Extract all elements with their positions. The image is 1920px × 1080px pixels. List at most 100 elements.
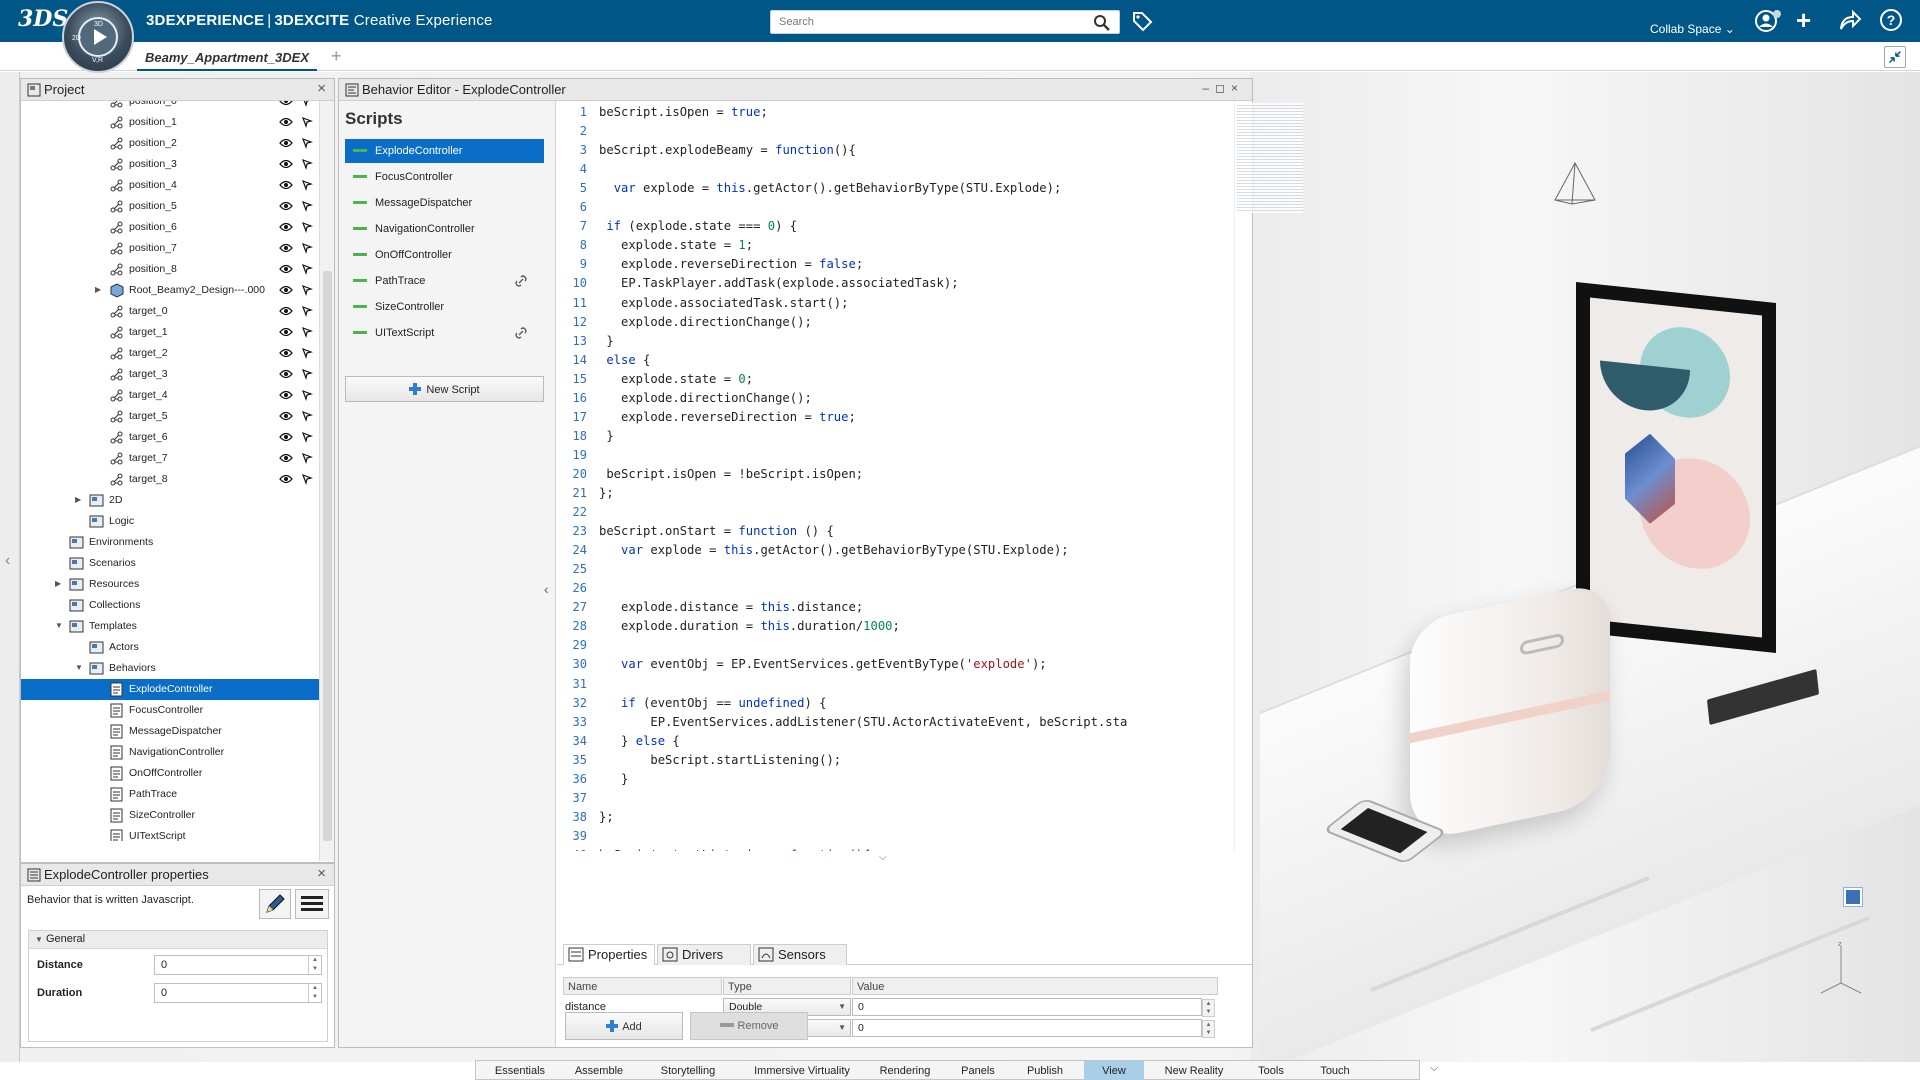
visibility-eye-icon[interactable] xyxy=(279,452,293,467)
code-line[interactable]: beScript.isOpen = true; xyxy=(599,105,768,119)
code-minimap[interactable] xyxy=(1235,101,1305,251)
close-project-panel-button[interactable]: × xyxy=(317,80,326,97)
code-line[interactable]: beScript.startListening(); xyxy=(599,753,841,767)
visibility-eye-icon[interactable] xyxy=(279,200,293,215)
tree-item-target-3[interactable]: target_3 xyxy=(21,364,319,385)
selectable-arrow-icon[interactable] xyxy=(301,200,314,215)
code-line[interactable]: else { xyxy=(599,353,650,367)
link-icon[interactable] xyxy=(514,274,528,291)
row-distance-value-field[interactable]: 0 ▲ ▼ xyxy=(852,998,1215,1017)
scrollbar-thumb[interactable] xyxy=(323,271,332,841)
visibility-eye-icon[interactable] xyxy=(279,326,293,341)
script-item-onoffcontroller[interactable]: OnOffController xyxy=(345,243,544,267)
selectable-arrow-icon[interactable] xyxy=(301,452,314,467)
code-line[interactable]: explode.duration = this.duration/1000; xyxy=(599,619,900,633)
code-line[interactable]: var eventObj = EP.EventServices.getEvent… xyxy=(599,657,1047,671)
code-line[interactable]: var explode = this.getActor().getBehavio… xyxy=(599,543,1069,557)
tree-item-target-8[interactable]: target_8 xyxy=(21,469,319,490)
expand-toggle-icon[interactable]: ▼ xyxy=(75,663,83,672)
duration-stepper[interactable]: ▲ ▼ xyxy=(308,984,321,1002)
visibility-eye-icon[interactable] xyxy=(279,431,293,446)
action-tab-storytelling[interactable]: Storytelling xyxy=(640,1061,736,1080)
selectable-arrow-icon[interactable] xyxy=(301,116,314,131)
code-line[interactable]: } xyxy=(599,772,628,786)
code-line[interactable]: explode.state = 0; xyxy=(599,372,753,386)
axis-triad-icon[interactable]: z xyxy=(1816,938,1866,1008)
selectable-arrow-icon[interactable] xyxy=(301,389,314,404)
selectable-arrow-icon[interactable] xyxy=(301,221,314,236)
visibility-eye-icon[interactable] xyxy=(279,368,293,383)
collab-space-dropdown[interactable]: Collab Space ⌄ xyxy=(1650,22,1735,36)
tree-item-target-0[interactable]: target_0 xyxy=(21,301,319,322)
view-cube-icon[interactable] xyxy=(1843,887,1863,907)
code-line[interactable]: } xyxy=(599,334,613,348)
row-duration-value-field[interactable]: 0 ▲ ▼ xyxy=(852,1019,1215,1038)
visibility-eye-icon[interactable] xyxy=(279,347,293,362)
tag-icon[interactable] xyxy=(1131,10,1153,32)
tree-item-target-1[interactable]: target_1 xyxy=(21,322,319,343)
selectable-arrow-icon[interactable] xyxy=(301,410,314,425)
tree-item-position-2[interactable]: position_2 xyxy=(21,133,319,154)
chevron-down-icon[interactable]: ⌵ xyxy=(1430,1062,1438,1075)
tree-item-pathtrace[interactable]: PathTrace xyxy=(21,784,319,805)
action-tab-essentials[interactable]: Essentials xyxy=(482,1061,558,1080)
action-tab-rendering[interactable]: Rendering xyxy=(868,1061,942,1080)
code-line[interactable]: beScript.startListening = function(){ xyxy=(599,848,871,851)
tree-item-position-3[interactable]: position_3 xyxy=(21,154,319,175)
script-item-sizecontroller[interactable]: SizeController xyxy=(345,295,544,319)
tree-item-logic[interactable]: Logic xyxy=(21,511,319,532)
search-icon[interactable] xyxy=(1093,14,1111,32)
tree-item-position-1[interactable]: position_1 xyxy=(21,112,319,133)
add-property-button[interactable]: Add xyxy=(565,1012,683,1040)
tree-item-position-4[interactable]: position_4 xyxy=(21,175,319,196)
selectable-arrow-icon[interactable] xyxy=(301,263,314,278)
code-line[interactable]: beScript.onStart = function () { xyxy=(599,524,834,538)
code-line[interactable]: if (explode.state === 0) { xyxy=(599,219,797,233)
code-line[interactable]: explode.state = 1; xyxy=(599,238,753,252)
action-tab-view[interactable]: View xyxy=(1084,1061,1144,1080)
code-line[interactable]: explode.associatedTask.start(); xyxy=(599,296,848,310)
window-controls[interactable]: –◻× xyxy=(1202,81,1244,95)
code-line[interactable]: if (eventObj == undefined) { xyxy=(599,696,826,710)
general-group-header[interactable]: ▼ General xyxy=(29,931,327,949)
tree-item-sizecontroller[interactable]: SizeController xyxy=(21,805,319,826)
visibility-eye-icon[interactable] xyxy=(279,179,293,194)
tree-item-position-8[interactable]: position_8 xyxy=(21,259,319,280)
selectable-arrow-icon[interactable] xyxy=(301,242,314,257)
visibility-eye-icon[interactable] xyxy=(279,158,293,173)
visibility-eye-icon[interactable] xyxy=(279,410,293,425)
column-header-value[interactable]: Value xyxy=(852,977,1218,995)
action-tab-assemble[interactable]: Assemble xyxy=(566,1061,632,1080)
tree-item-resources[interactable]: ▶ Resources xyxy=(21,574,319,595)
tree-item-templates[interactable]: ▼ Templates xyxy=(21,616,319,637)
selectable-arrow-icon[interactable] xyxy=(301,368,314,383)
dassault-logo-icon[interactable]: 3DS xyxy=(18,6,68,32)
tree-item-uitextscript[interactable]: UITextScript xyxy=(21,826,319,841)
code-line[interactable]: explode.reverseDirection = true; xyxy=(599,410,856,424)
action-tab-new-reality[interactable]: New Reality xyxy=(1152,1061,1236,1080)
share-icon[interactable] xyxy=(1838,9,1862,31)
chevron-down-icon[interactable]: ⌵ xyxy=(879,852,887,863)
code-line[interactable]: explode.directionChange(); xyxy=(599,315,812,329)
selectable-arrow-icon[interactable] xyxy=(301,473,314,488)
selectable-arrow-icon[interactable] xyxy=(301,305,314,320)
column-header-type[interactable]: Type xyxy=(723,977,851,995)
visibility-eye-icon[interactable] xyxy=(279,473,293,488)
row-distance-stepper[interactable]: ▲ ▼ xyxy=(1202,999,1215,1017)
tree-item-target-2[interactable]: target_2 xyxy=(21,343,319,364)
visibility-eye-icon[interactable] xyxy=(279,284,293,299)
tab-sensors[interactable]: Sensors xyxy=(753,944,847,965)
distance-field[interactable]: 0 ▲ ▼ xyxy=(154,955,322,975)
expand-toggle-icon[interactable]: ▶ xyxy=(75,495,81,504)
visibility-eye-icon[interactable] xyxy=(279,137,293,152)
collapse-view-icon[interactable] xyxy=(1884,46,1906,68)
new-script-button[interactable]: New Script xyxy=(345,376,544,402)
tree-item-behaviors[interactable]: ▼ Behaviors xyxy=(21,658,319,679)
action-tab-touch[interactable]: Touch xyxy=(1306,1061,1364,1080)
tree-item-position-7[interactable]: position_7 xyxy=(21,238,319,259)
remove-property-button[interactable]: Remove xyxy=(690,1012,808,1040)
visibility-eye-icon[interactable] xyxy=(279,263,293,278)
tree-item-focuscontroller[interactable]: FocusController xyxy=(21,700,319,721)
code-line[interactable]: explode.distance = this.distance; xyxy=(599,600,863,614)
column-header-name[interactable]: Name xyxy=(563,977,722,995)
